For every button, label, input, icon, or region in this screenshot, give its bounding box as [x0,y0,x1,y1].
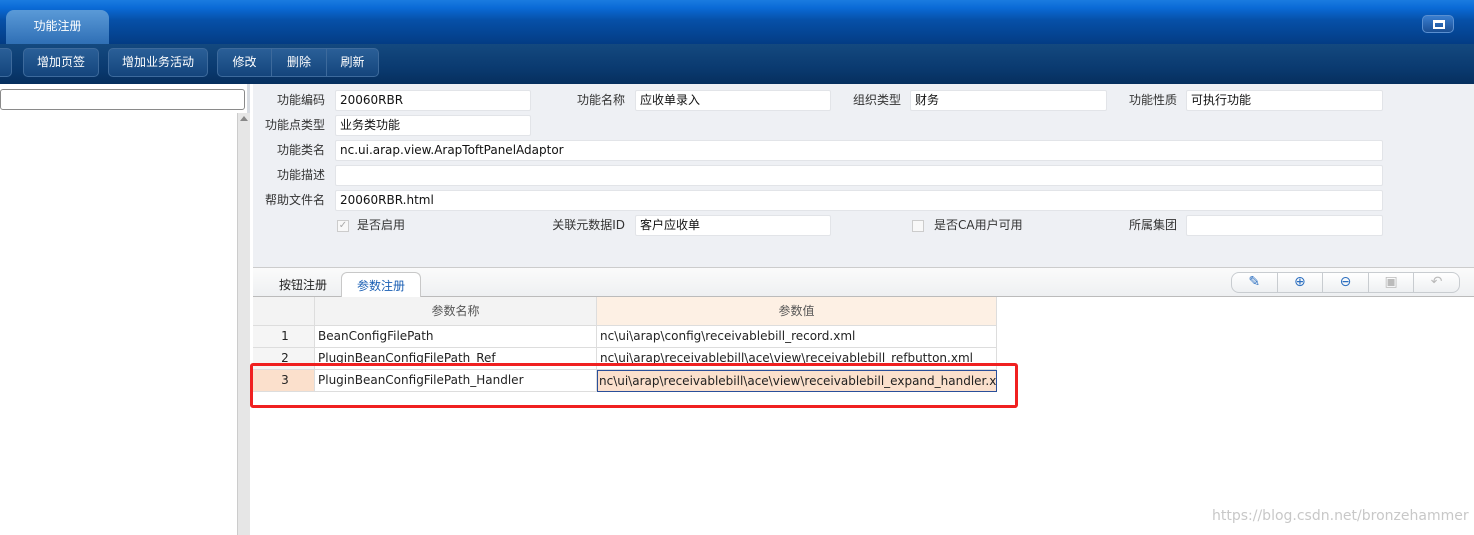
delete-button[interactable]: 删除 [272,49,327,76]
title-bar [0,0,1474,44]
meta-field[interactable]: 客户应收单 [635,215,831,236]
header-param-value[interactable]: 参数值 [597,297,997,326]
code-field[interactable]: 20060RBR [335,90,531,111]
header-param-name[interactable]: 参数名称 [315,297,597,326]
add-activity-button[interactable]: 增加业务活动 [109,49,207,76]
code-label: 功能编码 [276,93,325,107]
tab-function-registration[interactable]: 功能注册 [6,10,109,44]
tree-scrollbar[interactable] [237,113,250,535]
delete-row-icon[interactable]: ⊖ [1323,273,1369,292]
meta-label: 关联元数据ID [552,218,625,232]
tab-button-registration[interactable]: 按钮注册 [271,272,335,298]
highlight-annotation [250,363,1018,408]
param-name-cell[interactable]: BeanConfigFilePath [315,326,597,348]
refresh-button[interactable]: 刷新 [327,49,378,76]
maximize-button[interactable] [1422,15,1454,33]
save-icon[interactable]: ▣ [1369,273,1415,292]
nature-field[interactable]: 可执行功能 [1186,90,1383,111]
header-rownum [253,297,315,326]
help-field[interactable]: 20060RBR.html [335,190,1383,211]
add-row-icon[interactable]: ⊕ [1278,273,1324,292]
desc-label: 功能描述 [276,168,325,182]
point-type-label: 功能点类型 [264,118,325,132]
point-type-field[interactable]: 业务类功能 [335,115,531,136]
tree-search-input[interactable] [0,89,245,110]
enabled-checkbox[interactable]: ✓ [337,220,349,232]
row-number: 1 [253,326,315,348]
class-field[interactable]: nc.ui.arap.view.ArapToftPanelAdaptor [335,140,1383,161]
enabled-label: 是否启用 [357,218,406,232]
nature-label: 功能性质 [1128,93,1177,107]
group-label: 所属集团 [1128,218,1177,232]
add-tab-button[interactable]: 增加页签 [24,49,98,76]
toolbar: 增加页签 增加业务活动 修改 删除 刷新 [0,44,1474,84]
left-tree-panel [0,84,250,535]
undo-icon[interactable]: ↶ [1414,273,1459,292]
maximize-icon [1433,20,1445,29]
param-value-cell[interactable]: nc\ui\arap\config\receivablebill_record.… [597,326,997,348]
edit-icon[interactable]: ✎ [1232,273,1278,292]
ca-label: 是否CA用户可用 [934,218,1023,232]
ca-checkbox[interactable] [912,220,924,232]
param-grid: 参数名称 参数值 1 BeanConfigFilePath nc\ui\arap… [253,297,1474,535]
function-form: 功能编码 20060RBR 功能名称 应收单录入 组织类型 财务 功能性质 可执… [253,84,1474,267]
tab-param-registration[interactable]: 参数注册 [341,272,421,298]
watermark: https://blog.csdn.net/bronzehammer [1212,508,1469,524]
name-label: 功能名称 [576,93,625,107]
name-field[interactable]: 应收单录入 [635,90,831,111]
org-type-label: 组织类型 [852,93,901,107]
toolbar-group-left[interactable] [0,48,12,77]
help-label: 帮助文件名 [264,193,325,207]
edit-button[interactable]: 修改 [218,49,272,76]
org-type-field[interactable]: 财务 [910,90,1107,111]
grid-icon-toolbar: ✎ ⊕ ⊖ ▣ ↶ [1231,272,1460,293]
scroll-up-icon[interactable] [240,116,248,121]
class-label: 功能类名 [276,143,325,157]
desc-field[interactable] [335,165,1383,186]
group-field[interactable] [1186,215,1383,236]
